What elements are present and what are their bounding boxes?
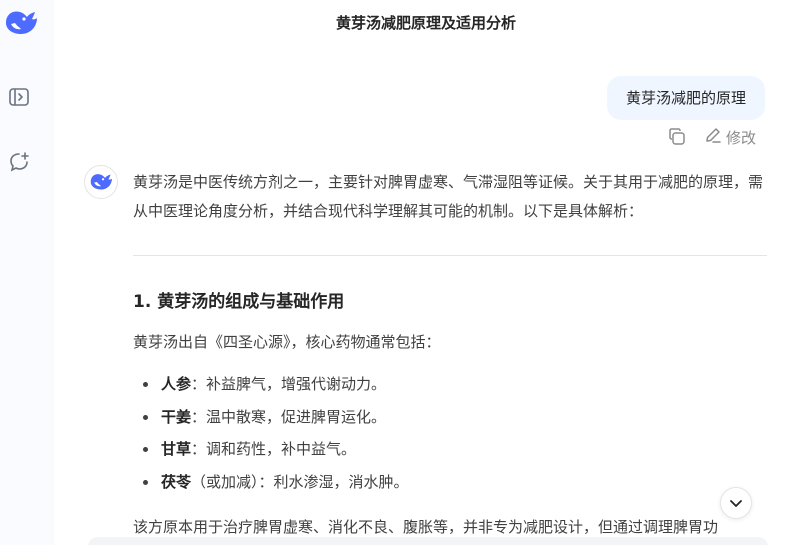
conversation-title: 黄芽汤减肥原理及适用分析	[335, 14, 516, 32]
copy-icon[interactable]	[667, 127, 687, 147]
chat-input-box[interactable]	[88, 537, 768, 545]
ingredient-term: 甘草	[161, 440, 192, 458]
user-message-bubble: 黄芽汤减肥的原理	[606, 76, 765, 120]
answer-intro: 黄芽汤是中医传统方剂之一，主要针对脾胃虚寒、气滞湿阻等证候。关于其用于减肥的原理…	[133, 173, 764, 220]
chevron-down-icon	[730, 500, 742, 507]
ingredient-term: 茯苓	[161, 472, 192, 491]
list-item: 茯苓（或加减）：利水渗湿，消水肿。	[133, 471, 767, 504]
ingredient-desc: ：补益脾气，增强代谢动力。	[191, 375, 387, 393]
edit-pencil-icon	[704, 126, 722, 148]
ingredient-desc: ：调和药性，补中益气。	[191, 440, 357, 458]
ingredient-term: 干姜	[161, 407, 192, 426]
edit-button[interactable]: 修改	[704, 125, 756, 149]
assistant-avatar	[84, 165, 118, 199]
section-heading: 1. 黄芽汤的组成与基础作用	[133, 292, 345, 312]
sidebar	[0, 0, 54, 545]
list-item: 人参：补益脾气，增强代谢动力。	[133, 373, 767, 406]
edit-label: 修改	[726, 128, 757, 147]
scroll-to-bottom-button[interactable]	[720, 487, 752, 519]
trailing-paragraph: 该方原本用于治疗脾胃虚寒、消化不良、腹胀等，并非专为减肥设计，但通过调理脾胃功	[133, 518, 719, 536]
list-item: 干姜：温中散寒，促进脾胃运化。	[133, 406, 767, 439]
divider	[133, 255, 767, 256]
sidebar-toggle-icon[interactable]	[7, 85, 31, 109]
section-intro: 黄芽汤出自《四圣心源》，核心药物通常包括：	[133, 333, 441, 351]
ingredient-list: 人参：补益脾气，增强代谢动力。 干姜：温中散寒，促进脾胃运化。 甘草：调和药性，…	[133, 373, 767, 503]
ingredient-desc: （或加减）：利水渗湿，消水肿。	[191, 472, 409, 491]
new-chat-icon[interactable]	[7, 150, 31, 174]
whale-logo-icon[interactable]	[2, 4, 40, 42]
ingredient-term: 人参	[161, 375, 192, 393]
assistant-answer: 黄芽汤是中医传统方剂之一，主要针对脾胃虚寒、气滞湿阻等证候。关于其用于减肥的原理…	[133, 168, 767, 538]
list-item: 甘草：调和药性，补中益气。	[133, 438, 767, 471]
ingredient-desc: ：温中散寒，促进脾胃运化。	[191, 407, 387, 426]
whale-avatar-icon	[90, 174, 112, 190]
